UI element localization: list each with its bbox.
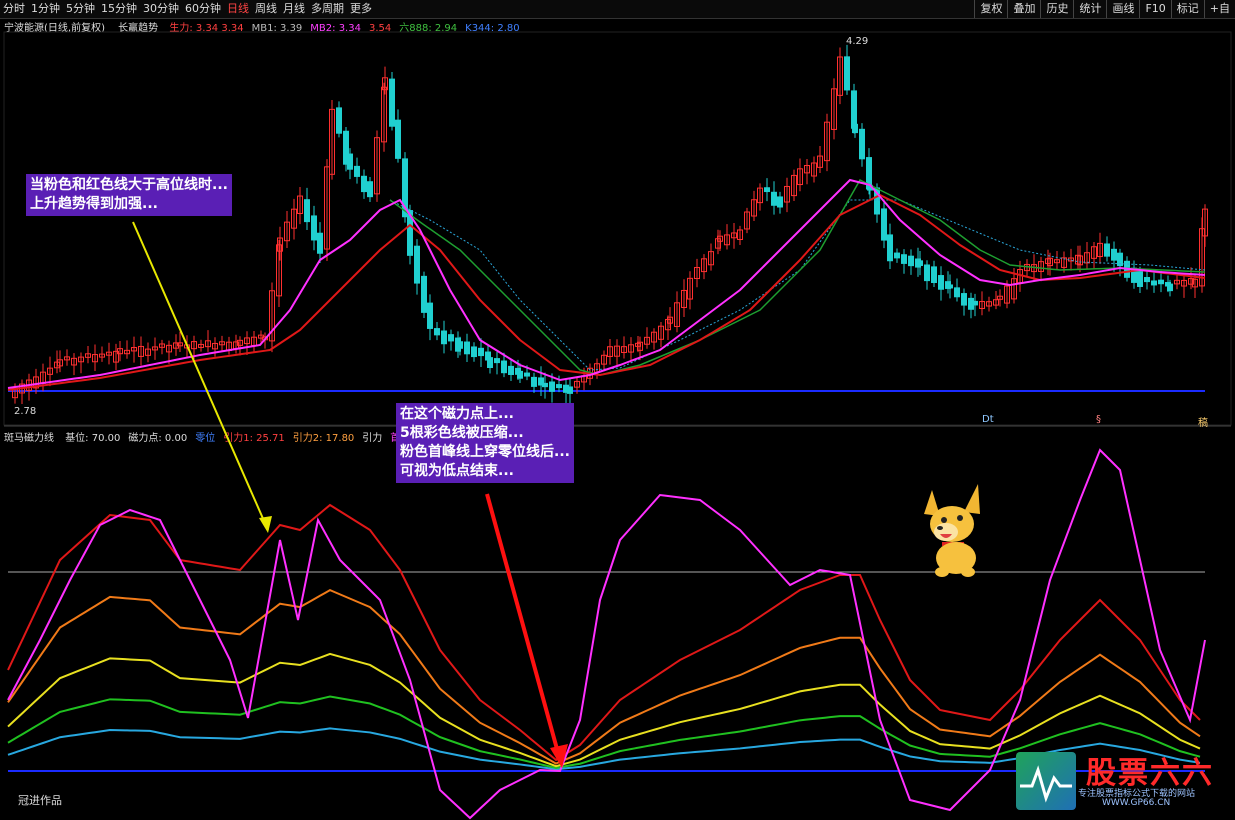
candle-body [954, 287, 960, 298]
candle-body [938, 275, 944, 290]
candle-body [1151, 280, 1157, 286]
candle-body [1111, 248, 1117, 261]
candle-body [1104, 243, 1110, 257]
candle-body [556, 384, 562, 389]
candle-body [304, 199, 310, 223]
candlesticks [12, 44, 1208, 404]
candle-body [1137, 271, 1143, 287]
candle-body [1144, 277, 1150, 283]
candle-body [478, 347, 484, 357]
candle-body [567, 386, 573, 394]
candle-body [434, 328, 440, 336]
candle-body [354, 165, 360, 177]
annotation-top-line-2: 上升趋势得到加强... [30, 196, 158, 212]
candle-body [859, 128, 865, 160]
candle-body [367, 181, 373, 198]
candle-body [908, 255, 914, 267]
candle-body [924, 264, 930, 282]
annotation-mid-line-4: 可视为低点结束... [400, 463, 514, 479]
annotation-middle: 在这个磁力点上... 5根彩色线被压缩... 粉色首峰线上穿零位线后... 可视… [396, 403, 574, 483]
candle-body [961, 293, 967, 306]
annotation-mid-line-1: 在这个磁力点上... [400, 406, 514, 422]
candle-body [421, 275, 427, 313]
candle-body [501, 360, 507, 374]
arrow-red [485, 493, 562, 761]
candle-body [1167, 283, 1173, 292]
candle-body [777, 196, 783, 208]
candle-body [517, 370, 523, 379]
annotation-top: 当粉色和红色线大于高位线时... 上升趋势得到加强... [26, 174, 232, 216]
candle-body [542, 382, 548, 388]
event-marker-2[interactable]: § [1096, 414, 1101, 425]
candle-body [524, 372, 530, 377]
candle-body [464, 341, 470, 355]
candle-body [389, 78, 395, 127]
event-marker-1[interactable]: Dt [982, 414, 994, 425]
candle-body [487, 357, 493, 369]
candle-body [427, 302, 433, 329]
candle-body [494, 358, 500, 364]
candle-body [531, 376, 537, 387]
candle-body [395, 119, 401, 159]
candle-body [917, 260, 923, 266]
dog-mascot-icon [924, 484, 980, 577]
site-logo: 股票六六 专注股票指标公式下载的网站 WWW.GP66.CN [1016, 748, 1216, 812]
candle-body [347, 153, 353, 170]
candle-body [764, 187, 770, 193]
candle-body [852, 123, 858, 134]
chart-area [3, 31, 1232, 820]
candle-body [311, 215, 317, 241]
candle-body [1158, 279, 1164, 285]
candle-body [947, 284, 953, 289]
ma-line-blue [389, 199, 1206, 371]
candle-body [336, 107, 342, 134]
candle-body [881, 208, 887, 241]
arrow-yellow-head [259, 516, 272, 533]
candle-body [901, 254, 907, 264]
candle-body [448, 334, 454, 342]
candle-body [457, 341, 463, 349]
candle-body [549, 381, 555, 392]
annotation-mid-line-3: 粉色首峰线上穿零位线后... [400, 444, 570, 460]
annotation-mid-line-2: 5根彩色线被压缩... [400, 425, 524, 441]
candle-body [508, 365, 514, 376]
candle-body [771, 191, 777, 206]
candle-body [851, 90, 857, 129]
candle-body [317, 232, 323, 254]
candle-body [414, 245, 420, 284]
logo-chart-icon [1016, 752, 1076, 810]
author-label: 冠进作品 [18, 794, 62, 807]
candle-body [931, 266, 937, 284]
annotation-top-line-1: 当粉色和红色线大于高位线时... [30, 177, 228, 193]
candle-body [361, 175, 367, 193]
low-price-label: 2.78 [14, 406, 37, 417]
candle-body [441, 330, 447, 345]
arrow-yellow [132, 221, 269, 531]
logo-url: WWW.GP66.CN [1102, 798, 1171, 808]
candle-body [887, 234, 893, 262]
candle-body [972, 300, 978, 306]
magnet-line-red [7, 503, 1201, 762]
candle-body [471, 346, 477, 358]
candle-body [894, 252, 900, 259]
event-marker-3[interactable]: 稿 [1198, 414, 1208, 429]
high-price-label: 4.29 [846, 36, 869, 47]
candle-body [844, 56, 850, 91]
